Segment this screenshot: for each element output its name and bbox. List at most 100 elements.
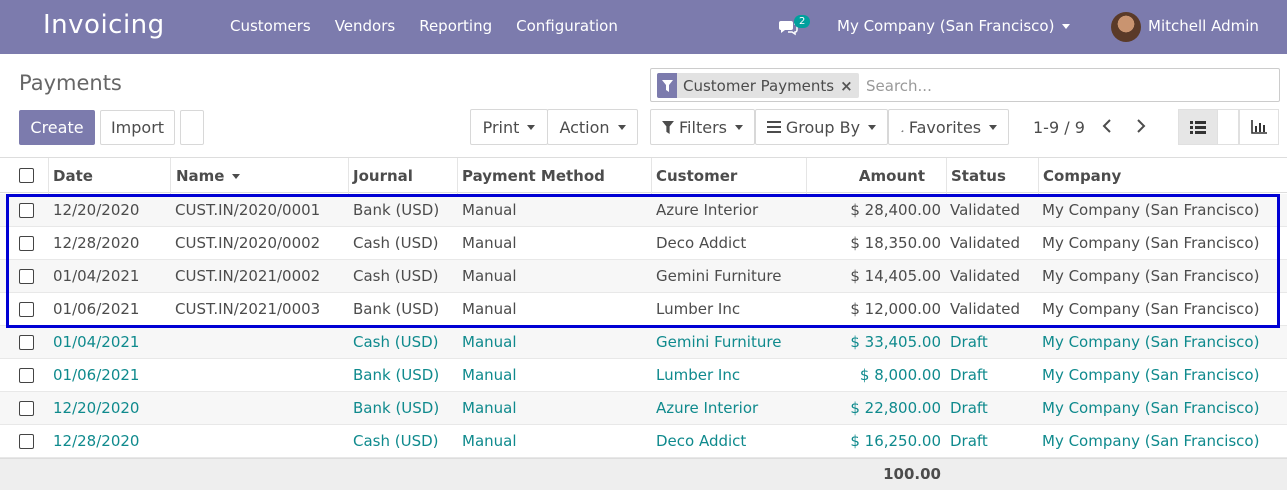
- chat-count-badge: 2: [794, 15, 811, 28]
- table-row[interactable]: 12/20/2020 CUST.IN/2020/0001 Bank (USD) Man…: [0, 194, 1287, 227]
- cell-journal: Bank (USD): [353, 300, 440, 318]
- cell-amount: $ 8,000.00: [859, 366, 941, 384]
- cell-status: Validated: [950, 234, 1020, 252]
- table-row[interactable]: 12/20/2020 Bank (USD) Manual Azure Interior…: [0, 392, 1287, 425]
- row-checkbox[interactable]: [19, 368, 34, 383]
- cell-customer: Deco Addict: [656, 234, 747, 252]
- cell-status: Draft: [950, 432, 988, 450]
- search-facet: Customer Payments ×: [657, 73, 859, 98]
- cell-amount: $ 16,250.00: [850, 432, 941, 450]
- chevron-down-icon: [989, 124, 998, 130]
- cell-customer: Lumber Inc: [656, 366, 741, 384]
- remove-facet-icon[interactable]: ×: [840, 77, 853, 95]
- cell-name: CUST.IN/2021/0002: [175, 267, 321, 285]
- chevron-down-icon: [527, 124, 536, 130]
- main-menu: Customers Vendors Reporting Configuratio…: [230, 17, 642, 35]
- pager-previous-icon[interactable]: [1102, 117, 1112, 138]
- cell-amount: $ 28,400.00: [850, 201, 941, 219]
- list-view-button[interactable]: [1178, 109, 1218, 145]
- column-amount[interactable]: Amount: [859, 167, 925, 185]
- print-label: Print: [482, 117, 520, 137]
- row-checkbox[interactable]: [19, 203, 34, 218]
- cell-status: Validated: [950, 300, 1020, 318]
- action-button[interactable]: Action: [547, 109, 638, 145]
- user-name: Mitchell Admin: [1148, 17, 1259, 35]
- column-separator: [946, 158, 947, 194]
- star-icon: ¸: [899, 121, 905, 133]
- app-title[interactable]: Invoicing: [43, 10, 165, 40]
- avatar[interactable]: [1111, 12, 1141, 42]
- cell-journal: Cash (USD): [353, 333, 439, 351]
- table-row[interactable]: 01/06/2021 CUST.IN/2021/0003 Bank (USD) Man…: [0, 293, 1287, 326]
- table-header: Date Name Journal Payment Method Custome…: [0, 157, 1287, 194]
- column-company[interactable]: Company: [1043, 167, 1121, 185]
- cell-company: My Company (San Francisco): [1042, 432, 1260, 450]
- column-journal[interactable]: Journal: [353, 167, 413, 185]
- menu-vendors[interactable]: Vendors: [335, 17, 396, 35]
- table-row[interactable]: 12/28/2020 CUST.IN/2020/0002 Cash (USD) Man…: [0, 227, 1287, 260]
- cell-date: 01/04/2021: [53, 333, 140, 351]
- table-row[interactable]: 01/06/2021 Bank (USD) Manual Lumber Inc $ 8,…: [0, 359, 1287, 392]
- graph-view-button[interactable]: [1239, 109, 1279, 145]
- select-all-checkbox[interactable]: [19, 168, 34, 183]
- group-by-label: Group By: [785, 117, 861, 137]
- favorites-label: Favorites: [908, 117, 982, 137]
- cell-amount: $ 12,000.00: [850, 300, 941, 318]
- cell-amount: $ 14,405.00: [850, 267, 941, 285]
- cell-company: My Company (San Francisco): [1042, 201, 1260, 219]
- cell-name: CUST.IN/2020/0001: [175, 201, 321, 219]
- table-row[interactable]: 01/04/2021 CUST.IN/2021/0002 Cash (USD) Man…: [0, 260, 1287, 293]
- cell-customer: Deco Addict: [656, 432, 747, 450]
- menu-customers[interactable]: Customers: [230, 17, 311, 35]
- column-customer[interactable]: Customer: [656, 167, 737, 185]
- cell-payment-method: Manual: [462, 234, 517, 252]
- cell-journal: Bank (USD): [353, 201, 440, 219]
- menu-configuration[interactable]: Configuration: [516, 17, 618, 35]
- pager-next-icon[interactable]: [1136, 117, 1146, 138]
- favorites-button[interactable]: ¸ Favorites: [888, 109, 1009, 145]
- group-by-button[interactable]: Group By: [755, 109, 888, 145]
- import-button[interactable]: Import: [100, 110, 175, 145]
- filters-button[interactable]: Filters: [650, 109, 755, 145]
- cell-date: 12/28/2020: [53, 432, 140, 450]
- column-payment-method[interactable]: Payment Method: [462, 167, 605, 185]
- extra-action-button[interactable]: [180, 110, 204, 145]
- filter-icon: [662, 120, 674, 134]
- table-row[interactable]: 12/28/2020 Cash (USD) Manual Deco Addict $ 1…: [0, 425, 1287, 458]
- menu-reporting[interactable]: Reporting: [419, 17, 492, 35]
- cell-payment-method: Manual: [462, 432, 517, 450]
- cell-status: Validated: [950, 201, 1020, 219]
- row-checkbox[interactable]: [19, 269, 34, 284]
- row-checkbox[interactable]: [19, 434, 34, 449]
- cell-payment-method: Manual: [462, 300, 517, 318]
- company-switcher[interactable]: My Company (San Francisco): [837, 17, 1071, 35]
- row-checkbox[interactable]: [19, 401, 34, 416]
- column-name-label: Name: [176, 167, 225, 185]
- create-button[interactable]: Create: [19, 110, 95, 145]
- column-separator: [170, 158, 171, 194]
- table-row[interactable]: 01/04/2021 Cash (USD) Manual Gemini Furnitu…: [0, 326, 1287, 359]
- cell-customer: Gemini Furniture: [656, 267, 782, 285]
- user-menu[interactable]: Mitchell Admin: [1148, 17, 1259, 35]
- pager-value[interactable]: 1-9 / 9: [1033, 118, 1085, 137]
- search-bar: Customer Payments ×: [650, 68, 1280, 102]
- column-name[interactable]: Name: [176, 167, 241, 185]
- column-date[interactable]: Date: [53, 167, 93, 185]
- column-status[interactable]: Status: [951, 167, 1006, 185]
- cell-company: My Company (San Francisco): [1042, 234, 1260, 252]
- row-checkbox[interactable]: [19, 335, 34, 350]
- cell-name: CUST.IN/2020/0002: [175, 234, 321, 252]
- print-button[interactable]: Print: [470, 109, 548, 145]
- row-checkbox[interactable]: [19, 302, 34, 317]
- cell-status: Draft: [950, 366, 988, 384]
- cell-status: Draft: [950, 333, 988, 351]
- search-input[interactable]: [866, 73, 1266, 98]
- action-label: Action: [559, 117, 610, 137]
- cell-customer: Lumber Inc: [656, 300, 741, 318]
- cell-amount: $ 18,350.00: [850, 234, 941, 252]
- cell-amount: $ 22,800.00: [850, 399, 941, 417]
- facet-label: Customer Payments: [683, 76, 835, 95]
- cell-date: 12/20/2020: [53, 201, 140, 219]
- row-checkbox[interactable]: [19, 236, 34, 251]
- column-separator: [457, 158, 458, 194]
